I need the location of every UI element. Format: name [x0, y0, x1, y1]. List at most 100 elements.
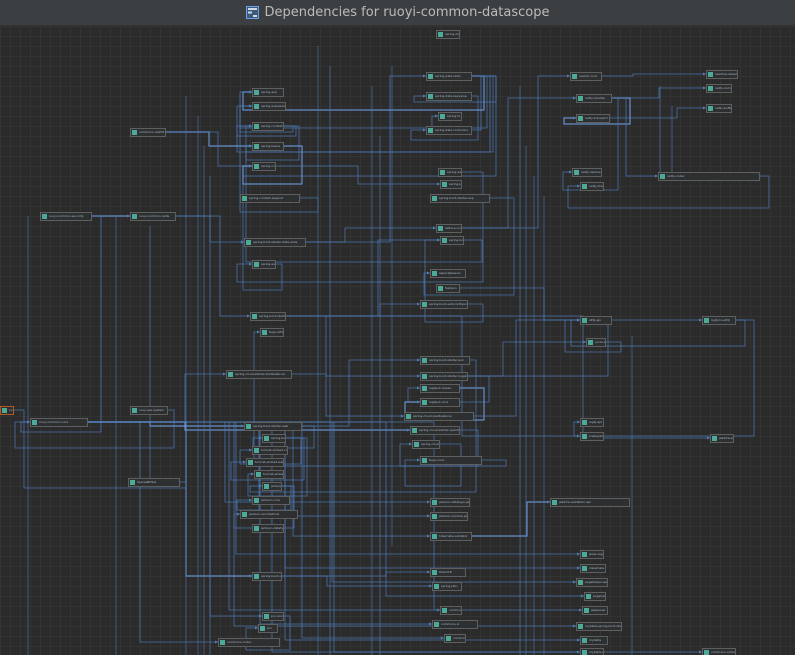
dependency-node[interactable]: fastjson [436, 284, 460, 293]
dependency-node[interactable]: spring-boot-autoconfigure [420, 300, 468, 309]
dependency-node[interactable]: ruoyi-common-security [40, 212, 92, 221]
dependency-node[interactable]: aspectjweaver [430, 269, 466, 278]
dependency-node[interactable]: spring-cloud-starter-loadbalancer [226, 370, 292, 379]
dependency-node[interactable]: spring-data-commons [426, 126, 472, 135]
dependency-node[interactable]: spring-data-keyvalue [426, 92, 472, 101]
node-label: slf4j-api [589, 318, 601, 322]
dependency-node[interactable]: commons-collections4 [702, 648, 736, 655]
dependency-node[interactable]: logback-core [420, 398, 460, 407]
dependency-node[interactable]: spring-data-redis [426, 72, 472, 81]
module-icon [704, 650, 709, 655]
dependency-node[interactable]: mybatis-spring [580, 648, 604, 655]
dependency-node[interactable]: spring-cloud-openfeign-core [412, 440, 440, 449]
dependency-node[interactable]: netty-handler [576, 94, 612, 103]
dependency-node[interactable]: spring-boot-starter-aop [430, 194, 490, 203]
dependency-node[interactable]: jul-to-slf4j [586, 338, 606, 347]
dependency-node[interactable]: spring-cloud-starter-openfeign [410, 426, 460, 435]
node-label: reactor-core [579, 74, 598, 78]
dependency-node[interactable]: spring-webmvc [438, 168, 462, 177]
dependency-node[interactable]: commons-io [432, 620, 478, 629]
dependency-node[interactable]: reactor-core [570, 72, 602, 81]
dependency-node[interactable]: reactive-streams [706, 70, 738, 79]
dependency-node[interactable]: classmate [580, 564, 606, 573]
node-label: mybatis-spring [589, 650, 603, 654]
dependency-node[interactable]: spring-oxm [436, 30, 460, 39]
dependency-node[interactable]: jackson-datatype-jdk8 [252, 524, 284, 533]
dependency-node[interactable]: netty-buffer [706, 104, 732, 113]
dependency-node[interactable]: netty-resolver [572, 168, 602, 177]
dependency-node[interactable]: tomcat-embed-el [254, 470, 284, 479]
dependency-node[interactable]: jackson-datatype-jsr310 [430, 498, 470, 507]
module-icon [254, 574, 259, 579]
dependency-node[interactable]: commons-lang3 [440, 606, 462, 615]
dependency-node[interactable]: netty-common [706, 84, 732, 93]
module-icon [660, 174, 665, 179]
node-label: netty-common [715, 86, 731, 90]
node-label: commons-math3 [139, 130, 165, 134]
dependency-node[interactable]: spring-aop [252, 88, 284, 97]
dependency-node[interactable]: mybatis [580, 636, 608, 645]
dependency-node[interactable]: tomcat-embed-websocket [246, 458, 284, 467]
dependency-node[interactable]: jackson-annotations [240, 510, 298, 519]
dependency-node[interactable]: ruoyi-common-datascope [0, 406, 14, 415]
dependency-node[interactable]: spring-cloud-loadbalancer [404, 412, 474, 421]
dependency-node[interactable]: spring-boot-starter-jdbc [252, 572, 282, 581]
dependency-node[interactable]: spring-boot-starter-data-redis [244, 238, 306, 247]
dependency-node[interactable]: log4j-api [580, 418, 604, 427]
dependency-node[interactable]: netty-codec [658, 172, 760, 181]
dependency-node[interactable]: jackson-module-parameter-names [430, 512, 468, 521]
dependency-node[interactable]: pagehelper-spring-boot-starter [576, 578, 608, 587]
dependency-node[interactable]: spring-context-support [240, 194, 300, 203]
dependency-node[interactable]: spring-expression [252, 102, 286, 111]
dependency-node[interactable]: jsqlparser [582, 606, 608, 615]
diagram-canvas[interactable]: spring-aop spring-data-redis spring-data-k… [0, 26, 795, 655]
dependency-node[interactable]: mybatis-spring-boot-starter [576, 622, 622, 631]
dependency-node[interactable]: commons-fileupload [444, 634, 466, 643]
dependency-node[interactable]: spring-boot-starter-tomcat [262, 434, 286, 443]
dependency-node[interactable]: spring-boot-starter-web [244, 422, 302, 431]
dependency-node[interactable]: netty-transport-native-unix-common [580, 182, 604, 191]
dependency-node[interactable]: ruoyi-common-core [30, 418, 88, 427]
node-label: jboss-logging [589, 552, 603, 556]
dependency-node[interactable]: poi [258, 624, 278, 633]
node-label: spring-boot-starter-jdbc [261, 574, 281, 578]
dependency-node[interactable]: ruoyi-api-system [130, 406, 168, 415]
node-label: jakarta.annotation-api [719, 436, 733, 440]
dependency-node[interactable]: spring-jcl [440, 180, 462, 189]
node-label: commons-collections4 [711, 650, 735, 654]
dependency-node[interactable]: jboss-logging [580, 550, 604, 559]
dependency-node[interactable]: spring-core [252, 162, 276, 171]
dependency-node[interactable]: spring-boot-starter-json [420, 356, 470, 365]
dependency-node[interactable]: HikariCP [430, 568, 466, 577]
dependency-node[interactable]: hibernate-validator [430, 532, 472, 541]
dependency-edge [282, 571, 430, 577]
dependency-node[interactable]: spring-beans [252, 142, 284, 151]
dependency-node[interactable]: spring-boot [440, 236, 464, 245]
dependency-node[interactable]: pagehelper [584, 592, 606, 601]
dependency-node[interactable]: commons-math3 [130, 128, 166, 137]
dependency-node[interactable]: slf4j-api [580, 316, 612, 325]
node-label: pagehelper [593, 594, 605, 598]
dependency-node[interactable]: spring-web [252, 260, 276, 269]
dependency-node[interactable]: poi-ooxml [262, 612, 284, 621]
dependency-node[interactable]: logback-classic [420, 384, 460, 393]
dependency-node[interactable]: spring-jdbc [432, 582, 462, 591]
dependency-node[interactable]: SparseBitSet [128, 478, 180, 487]
dependency-node[interactable]: spring-tx [438, 112, 462, 121]
dependency-node[interactable]: spring-context [252, 122, 284, 131]
dependency-node[interactable]: netty-transport [576, 114, 610, 123]
dependency-node[interactable]: log4j-to-slf4j [702, 316, 736, 325]
dependency-node[interactable]: commons-codec [218, 638, 280, 647]
dependency-node[interactable]: snakeyaml [580, 432, 604, 441]
dependency-node[interactable]: spring-boot-starter [250, 312, 286, 321]
dependency-node[interactable]: feign-slf4j [260, 328, 284, 337]
dependency-node[interactable]: feign-core [420, 456, 482, 465]
dependency-node[interactable]: jackson-core [252, 496, 290, 505]
dependency-node[interactable]: jackson-databind [262, 482, 282, 491]
dependency-node[interactable]: jakarta.annotation-api [710, 434, 734, 443]
dependency-node[interactable]: lettuce-core [436, 224, 462, 233]
dependency-node[interactable]: ruoyi-common-redis [130, 212, 176, 221]
dependency-node[interactable]: tomcat-embed-core [252, 446, 288, 455]
dependency-node[interactable]: jakarta.validation-api [550, 498, 630, 507]
dependency-node[interactable]: spring-boot-starter-logging [420, 372, 468, 381]
